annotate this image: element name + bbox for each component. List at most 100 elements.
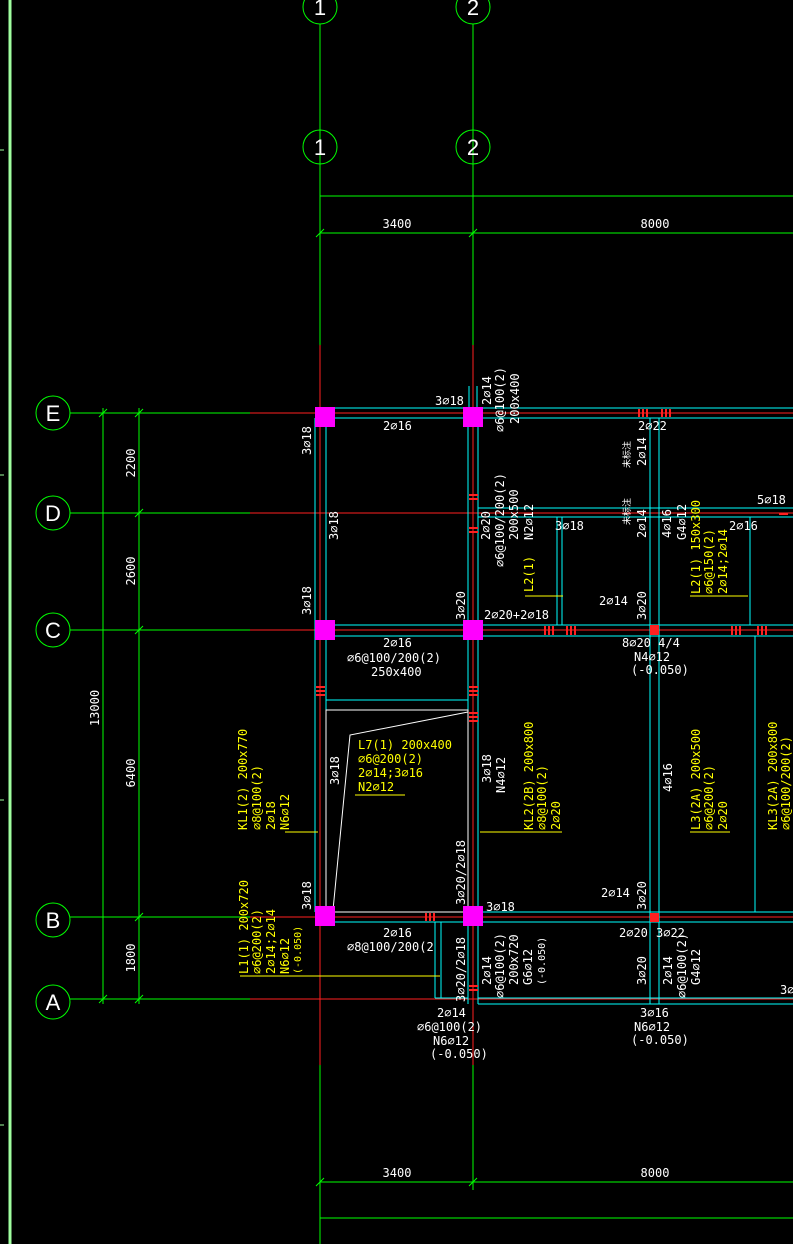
label-c-near-1: 2⌀14	[599, 594, 628, 608]
column-2B	[463, 906, 483, 926]
svg-text:1: 1	[314, 0, 326, 20]
label-l7-4: N2⌀12	[358, 780, 394, 794]
label-l1-3: 2⌀14;2⌀14	[264, 909, 278, 974]
label-e-beam-a: 2⌀14	[480, 376, 494, 405]
label-b-beam-v10: G4⌀12	[689, 949, 703, 985]
label-c-span1-b: ⌀6@100/200(2)	[347, 651, 441, 665]
label-note-1b: 2⌀14	[635, 437, 649, 466]
label-l3-1: L3(2A) 200x500	[689, 729, 703, 830]
label-d-beam-3: 200x500	[507, 489, 521, 540]
label-kl1-2: ⌀8@100(2)	[250, 765, 264, 830]
structural-drawing-canvas[interactable]: 1 2 1 2 E D C B A 3400 8000 3400 8000 22…	[0, 0, 793, 1244]
label-l2b-3: 2⌀14;2⌀14	[716, 529, 730, 594]
label-l1-5: (-0.050)	[293, 926, 304, 974]
label-l7-1: L7(1) 200x400	[358, 738, 452, 752]
svg-text:B: B	[46, 908, 61, 933]
drawing-background	[0, 0, 793, 1244]
label-l7-col: 3⌀18	[328, 756, 342, 785]
label-b-near-1: 2⌀14	[601, 886, 630, 900]
label-note-1: 未标注	[621, 441, 633, 468]
label-b-mid-3: 3⌀18	[486, 900, 515, 914]
label-d-right-1: 5⌀18	[757, 493, 786, 507]
label-c-span2-b: N4⌀12	[634, 650, 670, 664]
label-l1-2: ⌀6@200(2)	[250, 909, 264, 974]
label-l3-2: ⌀6@200(2)	[702, 765, 716, 830]
label-note-2: 未标注	[621, 498, 633, 525]
label-l2b-1: L2(1) 150x300	[689, 500, 703, 594]
svg-text:1: 1	[314, 135, 326, 160]
label-l7-3: 2⌀14;3⌀16	[358, 766, 423, 780]
label-b-beam-v5: G6⌀12	[521, 949, 535, 985]
label-kl2-1: KL2(2B) 200x800	[522, 722, 536, 830]
label-d-right-2: 2⌀16	[729, 519, 758, 533]
column-2C	[463, 620, 483, 640]
column-1B	[315, 906, 335, 926]
label-b-span-3a: 2⌀20	[619, 926, 648, 940]
label-c-top-1: 2⌀20+2⌀18	[484, 608, 549, 622]
label-e-beam-b: ⌀6@100(2)	[493, 367, 507, 432]
label-a-left-3: N6⌀12	[433, 1034, 469, 1048]
label-d-beam-4: N2⌀12	[522, 504, 536, 540]
label-b-beam-v7: 3⌀20	[635, 956, 649, 985]
svg-text:2: 2	[467, 0, 479, 20]
label-e-span2: 2⌀22	[638, 419, 667, 433]
dim-top-8000: 8000	[641, 217, 670, 231]
label-d-beam-1: 2⌀20	[479, 511, 493, 540]
label-e-beam-c: 200x400	[508, 373, 522, 424]
label-l2-yellow: L2(1)	[522, 556, 536, 592]
label-kl2-col-b: N4⌀12	[494, 757, 508, 793]
label-kl2-2: ⌀8@100(2)	[535, 765, 549, 830]
dim-left-1800: 1800	[124, 944, 138, 973]
label-b-beam-v3: ⌀6@100(2)	[493, 933, 507, 998]
label-a-mid-2: N6⌀12	[634, 1020, 670, 1034]
label-kl3-1: KL3(2A) 200x800	[766, 722, 780, 830]
label-b-col-mid: 3⌀20/2⌀18	[454, 840, 468, 905]
svg-text:D: D	[45, 501, 61, 526]
label-b-beam-v2: 2⌀14	[480, 956, 494, 985]
dim-left-2600: 2600	[124, 557, 138, 586]
label-l3-3: 2⌀20	[716, 801, 730, 830]
label-c-left-col: 3⌀18	[300, 586, 314, 615]
label-b-near-2: 3⌀20	[635, 881, 649, 910]
label-c-span1: 2⌀16	[383, 636, 412, 650]
label-note-2b: 2⌀14	[635, 509, 649, 538]
dim-left-6400: 6400	[124, 759, 138, 788]
label-a-right: 3⌀	[780, 983, 793, 997]
label-e-col-rebar: 3⌀18	[435, 394, 464, 408]
label-d-beam-2: ⌀6@100/200(2)	[493, 473, 507, 567]
column-1E	[315, 407, 335, 427]
label-d-col-b: 3⌀18	[555, 519, 584, 533]
column-1C	[315, 620, 335, 640]
dim-bottom-8000: 8000	[641, 1166, 670, 1180]
label-l7-2: ⌀6@200(2)	[358, 752, 423, 766]
label-d-mid-b: G4⌀12	[675, 504, 689, 540]
dim-left-2200: 2200	[124, 449, 138, 478]
label-d-col-a: 3⌀18	[327, 511, 341, 540]
label-b-beam-v9: ⌀6@100(2)	[675, 933, 689, 998]
label-e-span1: 2⌀16	[383, 419, 412, 433]
label-c-col-2: 3⌀20	[454, 591, 468, 620]
label-kl1-4: N6⌀12	[278, 794, 292, 830]
label-kl2-col-a: 3⌀18	[480, 754, 494, 783]
dim-left-total: 13000	[88, 690, 102, 726]
label-l1-1: L1(1) 200x720	[237, 880, 251, 974]
label-a-mid-3: (-0.050)	[631, 1033, 689, 1047]
svg-text:2: 2	[467, 135, 479, 160]
dim-bottom-3400: 3400	[383, 1166, 412, 1180]
label-a-left-1: 2⌀14	[437, 1006, 466, 1020]
label-l3-col: 4⌀16	[661, 763, 675, 792]
dim-top-3400: 3400	[383, 217, 412, 231]
label-kl2-3: 2⌀20	[549, 801, 563, 830]
label-e-left-col: 3⌀18	[300, 426, 314, 455]
label-b-beam-v4: 200x720	[507, 934, 521, 985]
column-2E	[463, 407, 483, 427]
svg-text:C: C	[45, 618, 61, 643]
label-c-span2-c: (-0.050)	[631, 663, 689, 677]
label-l1-4: N6⌀12	[278, 938, 292, 974]
label-b-beam-v1: 3⌀20/2⌀18	[454, 937, 468, 1002]
label-l2b-2: ⌀6@150(2)	[702, 529, 716, 594]
label-c-near-2: 3⌀20	[635, 591, 649, 620]
label-kl3-2: ⌀6@100/200(2)	[779, 736, 793, 830]
label-c-span2-a: 8⌀20 4/4	[622, 636, 680, 650]
label-c-span1-c: 250x400	[371, 665, 422, 679]
